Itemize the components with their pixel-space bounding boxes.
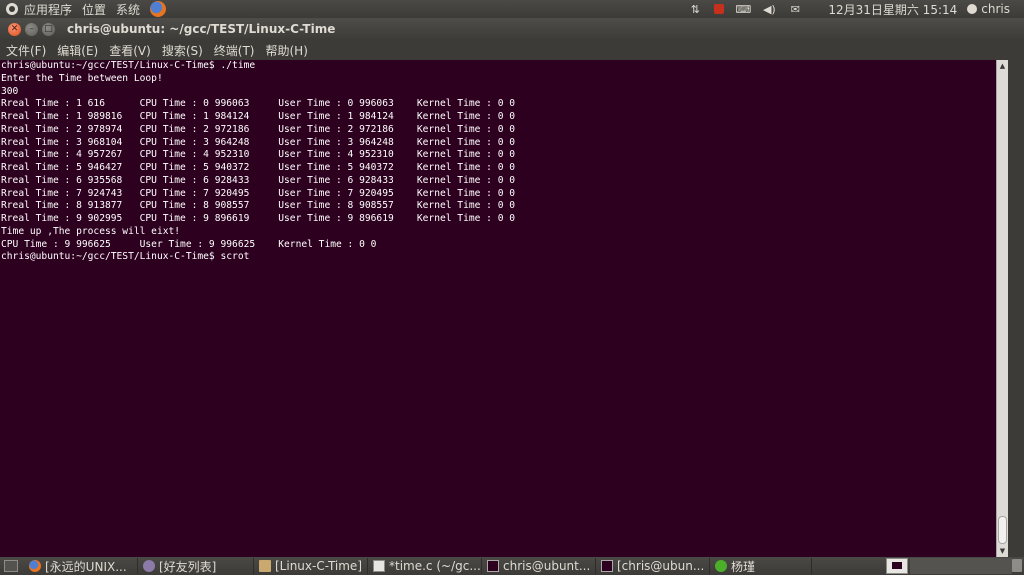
- terminal-line: Rreal Time : 8 913877 CPU Time : 8 90855…: [1, 200, 516, 212]
- menu-view[interactable]: 查看(V): [109, 42, 151, 59]
- taskbar-item-label: [Linux-C-Time]: [275, 559, 362, 573]
- pidgin-icon: [143, 560, 155, 572]
- terminal-line: Rreal Time : 2 978974 CPU Time : 2 97218…: [1, 123, 516, 135]
- taskbar-item-label: *time.c (~/gc...: [389, 559, 481, 573]
- terminal-line: chris@ubuntu:~/gcc/TEST/Linux-C-Time$ sc…: [1, 251, 250, 263]
- scroll-up-icon[interactable]: ▲: [997, 60, 1008, 72]
- show-desktop-icon[interactable]: [4, 560, 18, 572]
- terminal-line: Rreal Time : 6 935568 CPU Time : 6 92843…: [1, 174, 516, 186]
- terminal-line: chris@ubuntu:~/gcc/TEST/Linux-C-Time$ ./…: [1, 60, 256, 71]
- window-title: chris@ubuntu: ~/gcc/TEST/Linux-C-Time: [67, 22, 336, 36]
- terminal-line: Rreal Time : 7 924743 CPU Time : 7 92049…: [1, 187, 516, 199]
- maximize-window-button[interactable]: □: [42, 22, 55, 36]
- taskbar-item-chat[interactable]: 杨瑾: [712, 558, 812, 574]
- panel-menu-places[interactable]: 位置: [82, 1, 106, 18]
- minimize-window-button[interactable]: –: [25, 22, 38, 36]
- panel-menus: 应用程序 位置 系统: [0, 0, 167, 18]
- workspace-switcher-active[interactable]: [886, 558, 908, 574]
- terminal-line: Rreal Time : 3 968104 CPU Time : 3 96424…: [1, 136, 516, 148]
- close-window-button[interactable]: ✕: [8, 22, 21, 36]
- taskbar-item-label: [永远的UNIX...: [45, 559, 127, 574]
- panel-menu-system[interactable]: 系统: [116, 1, 140, 18]
- terminal-line: Rreal Time : 4 957267 CPU Time : 4 95231…: [1, 149, 516, 161]
- menu-search[interactable]: 搜索(S): [162, 42, 203, 59]
- taskbar-item-firefox[interactable]: [永远的UNIX...: [26, 558, 138, 574]
- taskbar-item-label: [好友列表]: [159, 559, 217, 574]
- taskbar-item-label: 杨瑾: [731, 559, 756, 574]
- taskbar-item-editor[interactable]: *time.c (~/gc...: [370, 558, 482, 574]
- user-status-icon: [967, 4, 978, 14]
- user-name[interactable]: chris: [981, 2, 1010, 16]
- firefox-icon: [29, 560, 41, 572]
- clock[interactable]: 12月31日星期六 15:14: [828, 1, 957, 18]
- terminal-menubar: 文件(F) 编辑(E) 查看(V) 搜索(S) 终端(T) 帮助(H): [0, 40, 1024, 60]
- mail-icon[interactable]: ✉: [788, 3, 802, 16]
- taskbar-item-folder[interactable]: [Linux-C-Time]: [256, 558, 368, 574]
- scrollbar-thumb[interactable]: [998, 516, 1007, 544]
- bottom-taskbar: [永远的UNIX... [好友列表] [Linux-C-Time] *time.…: [0, 557, 1024, 575]
- taskbar-item-terminal-active[interactable]: chris@ubunt...: [484, 558, 596, 574]
- panel-menu-applications[interactable]: 应用程序: [24, 1, 72, 18]
- taskbar-item-terminal[interactable]: [chris@ubun...: [598, 558, 710, 574]
- scroll-down-icon[interactable]: ▼: [997, 545, 1008, 557]
- terminal-line: Rreal Time : 1 989816 CPU Time : 1 98412…: [1, 111, 516, 122]
- terminal-line: Time up ,The process will eixt!: [1, 225, 181, 237]
- trash-icon[interactable]: [1012, 559, 1022, 572]
- folder-icon: [259, 560, 271, 572]
- volume-icon[interactable]: ◀): [762, 3, 776, 16]
- menu-terminal[interactable]: 终端(T): [214, 42, 255, 59]
- terminal-line: 300: [1, 85, 19, 97]
- update-icon[interactable]: [714, 4, 725, 14]
- system-tray: ⇅ ⌨ ◀) ✉ 12月31日星期六 15:14 chris: [688, 0, 1024, 18]
- terminal-line: Rreal Time : 5 946427 CPU Time : 5 94037…: [1, 162, 516, 173]
- window-border: [1008, 60, 1024, 557]
- terminal-line: Rreal Time : 1 616 CPU Time : 0 996063 U…: [1, 98, 516, 110]
- terminal-scrollbar[interactable]: ▲ ▼: [996, 60, 1008, 557]
- terminal-icon: [601, 560, 613, 572]
- terminal-line: Enter the Time between Loop!: [1, 72, 163, 84]
- terminal-line: Rreal Time : 9 902995 CPU Time : 9 89661…: [1, 213, 516, 224]
- menu-edit[interactable]: 编辑(E): [57, 42, 98, 59]
- firefox-launcher-icon[interactable]: [150, 1, 167, 17]
- menu-file[interactable]: 文件(F): [6, 42, 46, 59]
- terminal-line: CPU Time : 9 996625 User Time : 9 996625…: [1, 238, 377, 250]
- taskbar-item-label: [chris@ubun...: [617, 559, 705, 573]
- top-panel: 应用程序 位置 系统 ⇅ ⌨ ◀) ✉ 12月31日星期六 15:14 chri…: [0, 0, 1024, 18]
- ubuntu-logo-icon[interactable]: [6, 3, 18, 15]
- taskbar-item-buddy-list[interactable]: [好友列表]: [140, 558, 254, 574]
- taskbar-item-label: chris@ubunt...: [503, 559, 591, 573]
- keyboard-icon[interactable]: ⌨: [735, 3, 751, 16]
- window-title-bar[interactable]: ✕ – □ chris@ubuntu: ~/gcc/TEST/Linux-C-T…: [0, 18, 1024, 40]
- terminal-output[interactable]: chris@ubuntu:~/gcc/TEST/Linux-C-Time$ ./…: [0, 60, 996, 557]
- terminal-icon: [487, 560, 499, 572]
- workspace-switcher[interactable]: [910, 558, 1012, 574]
- text-editor-icon: [373, 560, 385, 572]
- network-icon[interactable]: ⇅: [688, 3, 702, 16]
- chat-status-icon: [715, 560, 727, 572]
- menu-help[interactable]: 帮助(H): [266, 42, 308, 59]
